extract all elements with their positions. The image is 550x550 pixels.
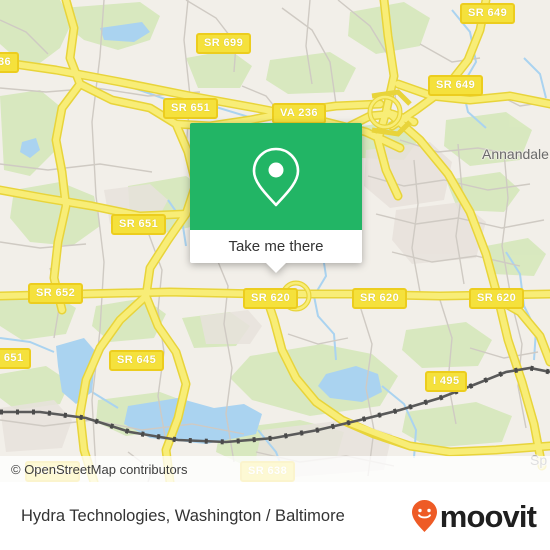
road-shield: SR 649: [428, 75, 484, 96]
road-shield: 36: [0, 52, 20, 73]
road-shield: SR 649: [460, 3, 516, 24]
moovit-smiley-pin-icon: [411, 500, 437, 532]
place-label-annandale: Annandale: [482, 146, 549, 162]
popup-header: [190, 123, 362, 230]
road-shield: SR 652: [28, 283, 84, 304]
map-canvas[interactable]: SR 649 SR 699 36 SR 649 SR 651 VA 236 SR…: [0, 0, 550, 482]
road-shield: SR 620: [243, 288, 299, 309]
road-shield: SR 645: [109, 350, 165, 371]
road-shield: SR 699: [196, 33, 252, 54]
popup-tail-pointer: [265, 262, 287, 273]
road-shield: SR 651: [111, 214, 167, 235]
location-popup-card[interactable]: Take me there: [190, 123, 362, 273]
road-shield: SR 651: [163, 98, 219, 119]
map-attribution-bar: © OpenStreetMap contributors: [0, 456, 550, 482]
moovit-brand[interactable]: moovit: [411, 498, 537, 534]
road-shield: VA 236: [272, 103, 326, 124]
bottom-info-bar: Hydra Technologies, Washington / Baltimo…: [0, 482, 550, 550]
moovit-map-screenshot: SR 649 SR 699 36 SR 649 SR 651 VA 236 SR…: [0, 0, 550, 550]
road-shield: SR 620: [352, 288, 408, 309]
location-pin-icon: [252, 147, 300, 206]
road-shield: I 651: [0, 348, 32, 369]
attribution-text[interactable]: © OpenStreetMap contributors: [0, 462, 188, 477]
road-shield: SR 620: [469, 288, 525, 309]
moovit-wordmark: moovit: [439, 498, 537, 534]
road-shield: I 495: [425, 371, 468, 392]
location-title: Hydra Technologies, Washington / Baltimo…: [21, 507, 345, 525]
take-me-there-label: Take me there: [228, 238, 324, 255]
popup-footer[interactable]: Take me there: [190, 230, 362, 273]
